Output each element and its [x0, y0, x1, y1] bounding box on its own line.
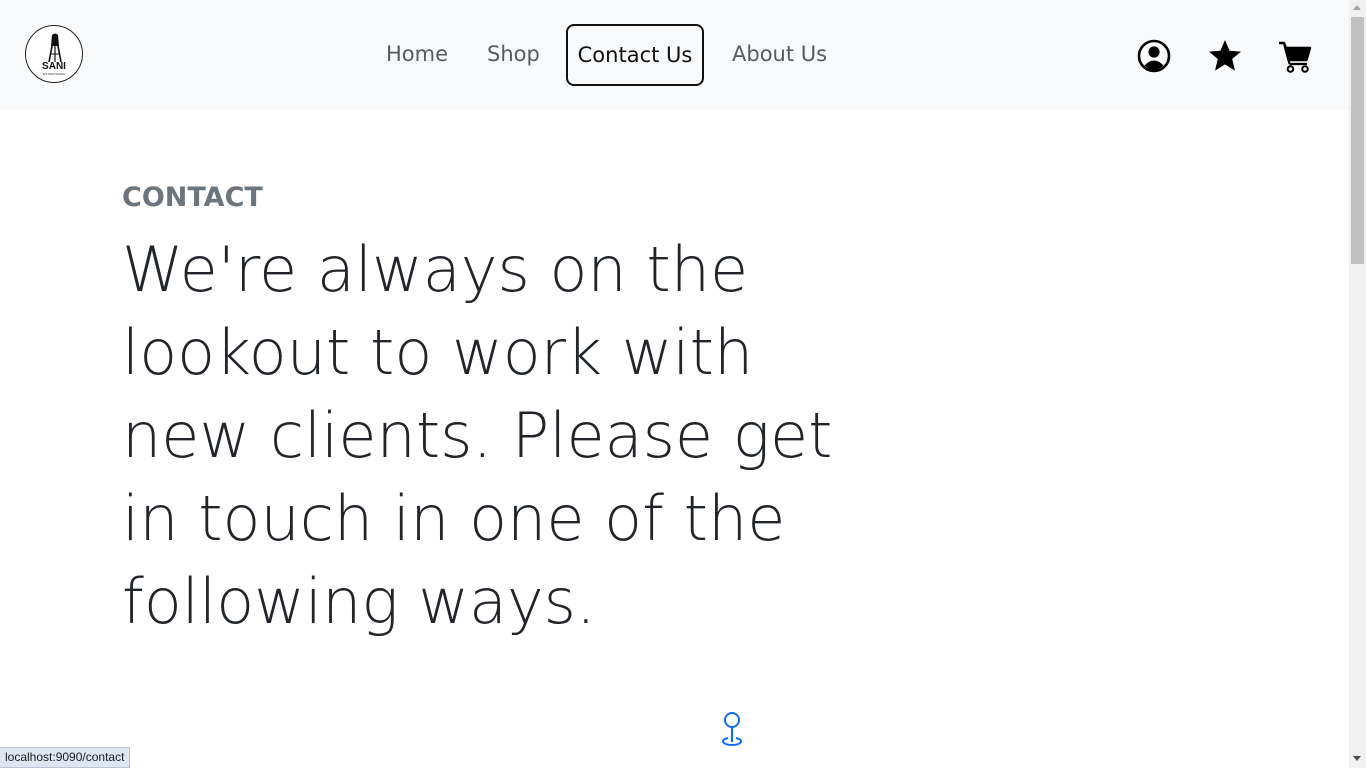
navbar: SANI ENTERPRISES Home Shop Contact Us Ab… — [0, 0, 1349, 110]
scroll-up-arrow-icon[interactable] — [1353, 5, 1361, 10]
nav-link-about-us[interactable]: About Us — [732, 36, 827, 72]
shopping-cart-icon[interactable] — [1277, 38, 1313, 74]
page: SANI ENTERPRISES Home Shop Contact Us Ab… — [0, 0, 1366, 768]
nav-link-home[interactable]: Home — [386, 36, 448, 72]
nav-link-contact-us[interactable]: Contact Us — [566, 24, 704, 86]
user-circle-icon[interactable] — [1136, 38, 1172, 74]
nav-link-shop[interactable]: Shop — [487, 36, 540, 72]
brand-logo[interactable]: SANI ENTERPRISES — [25, 25, 83, 83]
scrollbar-thumb[interactable] — [1351, 17, 1364, 264]
star-icon[interactable] — [1207, 38, 1243, 74]
logo-name: SANI — [42, 61, 66, 72]
logo-tagline: ENTERPRISES — [42, 72, 66, 76]
browser-status-url: localhost:9090/contact — [0, 747, 131, 768]
contact-headline: We're always on the lookout to work with… — [122, 233, 833, 638]
vertical-scrollbar[interactable] — [1349, 0, 1366, 768]
map-pin-icon — [718, 710, 746, 748]
section-label: CONTACT — [122, 182, 263, 213]
scroll-down-arrow-icon[interactable] — [1353, 756, 1361, 761]
